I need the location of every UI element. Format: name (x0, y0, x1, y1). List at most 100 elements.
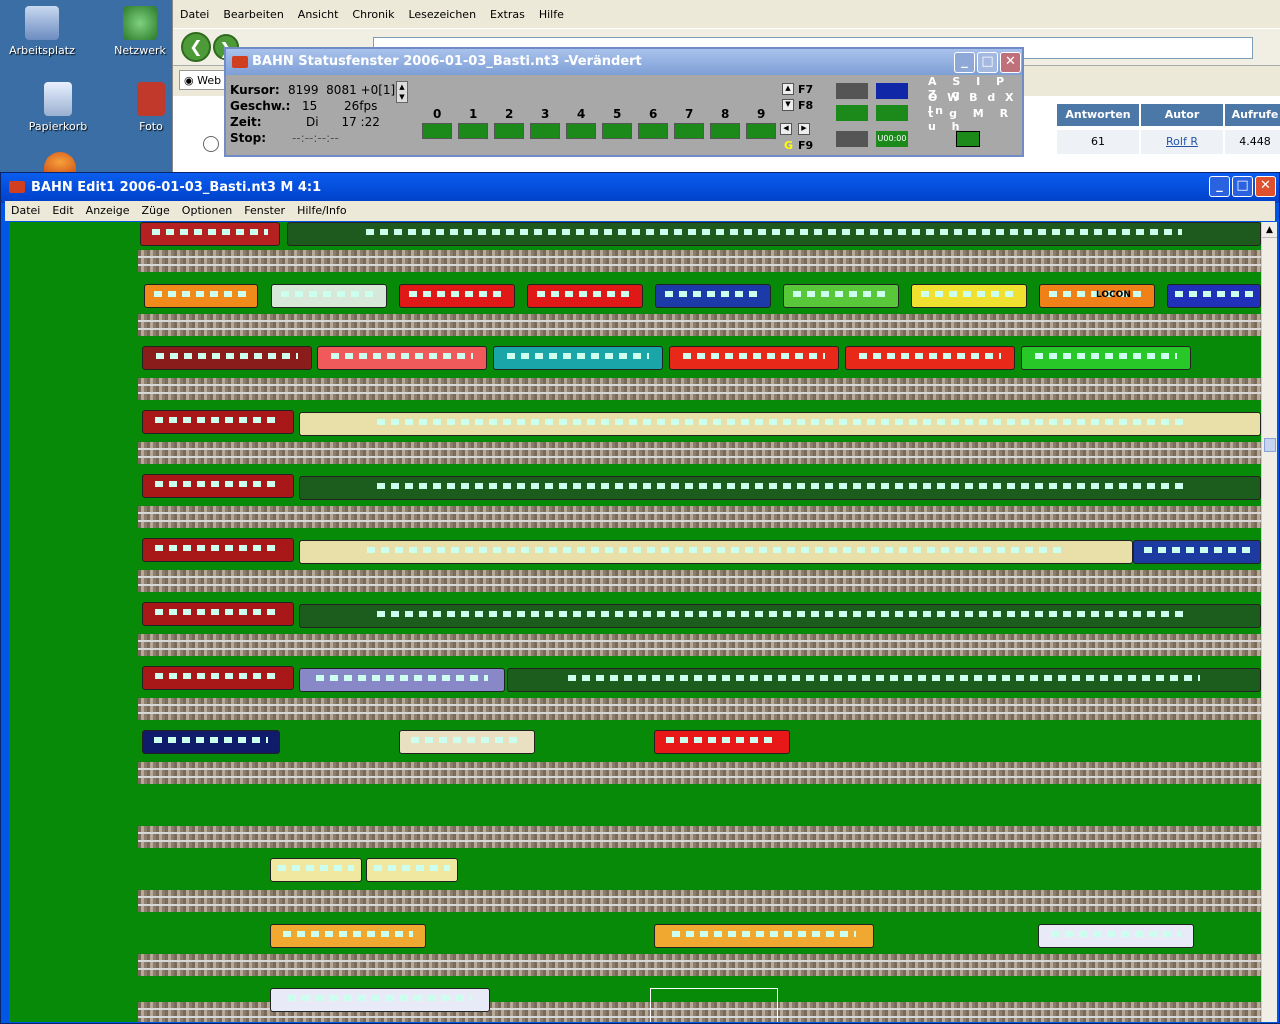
firefox-icon[interactable] (44, 152, 76, 172)
desktop-icon-papierkorb[interactable]: Papierkorb (16, 82, 100, 133)
train-car[interactable] (270, 924, 426, 948)
left-arrow-button[interactable]: ◀ (780, 123, 792, 135)
train-car[interactable] (654, 730, 790, 754)
train-car[interactable] (493, 346, 663, 370)
track[interactable] (138, 506, 1261, 528)
vertical-scrollbar[interactable]: ▲ (1261, 222, 1277, 1022)
track[interactable] (138, 378, 1261, 400)
train-car[interactable] (287, 222, 1261, 246)
track[interactable] (138, 954, 1261, 976)
desktop-icon-arbeitsplatz[interactable]: Arbeitsplatz (0, 6, 84, 57)
track-tile[interactable] (530, 123, 560, 139)
track-tile[interactable] (746, 123, 776, 139)
editor-title-bar[interactable]: BAHN Edit1 2006-01-03_Basti.nt3 M 4:1 _ … (1, 173, 1279, 203)
train-car[interactable] (654, 924, 874, 948)
menu-hilfe[interactable]: Hilfe (532, 4, 571, 26)
menu-anzeige[interactable]: Anzeige (80, 201, 136, 221)
maximize-button[interactable]: □ (1232, 176, 1253, 197)
track-tile[interactable] (422, 123, 452, 139)
crossing-icon[interactable] (836, 105, 868, 121)
track-tile[interactable] (458, 123, 488, 139)
down-arrow-button[interactable]: ▼ (782, 99, 794, 111)
tree-icon[interactable] (876, 105, 908, 121)
train-car[interactable] (911, 284, 1027, 308)
train-car[interactable] (142, 730, 280, 754)
train-car[interactable] (1167, 284, 1261, 308)
menu-ansicht[interactable]: Ansicht (291, 4, 346, 26)
block-icon[interactable] (836, 131, 868, 147)
clock-display[interactable]: U00:00 (876, 131, 908, 147)
train-car[interactable] (270, 858, 362, 882)
train-car[interactable] (299, 604, 1261, 628)
train-car[interactable] (299, 412, 1261, 436)
cell-autor-link[interactable]: Rolf R (1141, 130, 1223, 154)
scroll-thumb[interactable] (1264, 438, 1276, 452)
minimize-button[interactable]: _ (954, 52, 975, 73)
track-tile[interactable] (566, 123, 596, 139)
train-car[interactable] (140, 222, 280, 246)
menu-edit[interactable]: Edit (46, 201, 79, 221)
train-car[interactable]: LOCON (1039, 284, 1155, 308)
train-car[interactable] (507, 668, 1261, 692)
train-car[interactable] (299, 476, 1261, 500)
train-car[interactable] (399, 730, 535, 754)
col-aufrufe[interactable]: Aufrufe (1225, 104, 1280, 126)
train-car[interactable] (366, 858, 458, 882)
train-car[interactable] (655, 284, 771, 308)
track[interactable] (138, 570, 1261, 592)
eu-flag-icon[interactable] (876, 83, 908, 99)
desktop-icon-foto[interactable]: Foto (130, 82, 172, 133)
close-button[interactable]: ✕ (1000, 52, 1021, 73)
train-car[interactable] (399, 284, 515, 308)
speed-spinner[interactable]: ▲ ▼ (396, 81, 408, 103)
train-car[interactable] (270, 988, 490, 1012)
track-tile[interactable] (710, 123, 740, 139)
up-arrow-button[interactable]: ▲ (782, 83, 794, 95)
train-car[interactable] (144, 284, 258, 308)
f7-key[interactable]: F7 (798, 83, 813, 96)
track[interactable] (138, 698, 1261, 720)
train-icon[interactable] (956, 131, 980, 147)
menu-bearbeiten[interactable]: Bearbeiten (216, 4, 290, 26)
track[interactable] (138, 250, 1261, 272)
train-car[interactable] (142, 666, 294, 690)
train-car[interactable] (845, 346, 1015, 370)
train-car[interactable] (527, 284, 643, 308)
right-arrow-button[interactable]: ▶ (798, 123, 810, 135)
train-car[interactable] (1021, 346, 1191, 370)
topic-icon[interactable] (203, 136, 219, 152)
train-car[interactable] (1133, 540, 1261, 564)
track[interactable] (138, 314, 1261, 336)
track[interactable] (138, 442, 1261, 464)
train-car[interactable] (142, 538, 294, 562)
menu-datei[interactable]: Datei (173, 4, 216, 26)
menu-fenster[interactable]: Fenster (238, 201, 291, 221)
minimize-button[interactable]: _ (1209, 176, 1230, 197)
back-button[interactable]: ❮ (181, 32, 211, 62)
track-tile[interactable] (602, 123, 632, 139)
train-car[interactable] (142, 474, 294, 498)
f8-key[interactable]: F8 (798, 99, 813, 112)
menu-zuege[interactable]: Züge (136, 201, 176, 221)
menu-optionen[interactable]: Optionen (176, 201, 238, 221)
menu-lesezeichen[interactable]: Lesezeichen (401, 4, 483, 26)
train-car[interactable] (299, 668, 505, 692)
train-car[interactable] (142, 602, 294, 626)
train-car[interactable] (271, 284, 387, 308)
menu-extras[interactable]: Extras (483, 4, 532, 26)
train-car[interactable] (299, 540, 1133, 564)
track[interactable] (138, 634, 1261, 656)
menu-hilfe-info[interactable]: Hilfe/Info (291, 201, 353, 221)
letter-keys-row3[interactable]: t g M R u h (928, 107, 1022, 133)
desktop-icon-netzwerk[interactable]: Netzwerk (108, 6, 172, 57)
train-car[interactable] (783, 284, 899, 308)
track[interactable] (138, 762, 1261, 784)
col-autor[interactable]: Autor (1141, 104, 1223, 126)
scroll-up-button[interactable]: ▲ (1262, 222, 1277, 238)
track[interactable] (138, 890, 1261, 912)
train-car[interactable] (142, 410, 294, 434)
track-tile[interactable] (638, 123, 668, 139)
maximize-button[interactable]: □ (977, 52, 998, 73)
g-key[interactable]: G (784, 139, 793, 152)
menu-datei[interactable]: Datei (5, 201, 46, 221)
